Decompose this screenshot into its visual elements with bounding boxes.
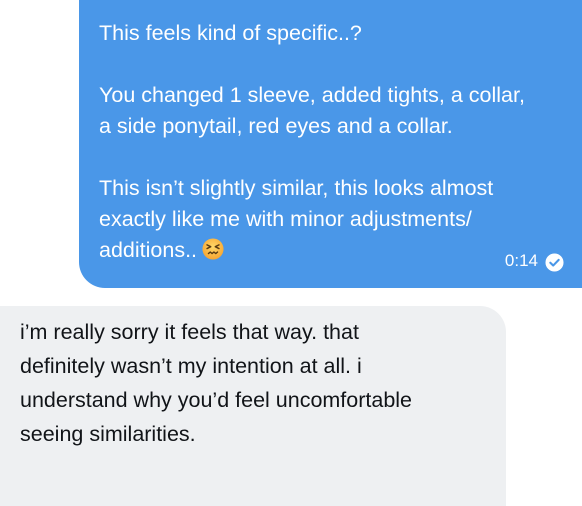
sent-message-bubble[interactable]: This feels kind of specific..? You chang… [79, 0, 582, 288]
message-line-last: additions.. [99, 235, 562, 266]
chat-thread: This feels kind of specific..? You chang… [0, 0, 582, 506]
message-line: You changed 1 sleeve, added tights, a co… [99, 83, 525, 107]
message-line: This isn’t slightly similar, this looks … [99, 176, 494, 200]
message-line: i’m really sorry it feels that way. that [20, 320, 359, 344]
message-line: exactly like me with minor adjustments/ [99, 207, 472, 231]
message-meta: 0:14 [505, 245, 564, 276]
received-message-bubble[interactable]: i’m really sorry it feels that way. that… [0, 306, 506, 506]
message-line: a side ponytail, red eyes and a collar. [99, 114, 453, 138]
message-line: understand why you’d feel uncomfortable [20, 388, 413, 412]
message-text: additions.. [99, 238, 198, 262]
message-line: seeing similarities. [20, 422, 196, 446]
message-time: 0:14 [504, 251, 538, 270]
confounded-face-icon [202, 238, 224, 260]
message-line: This feels kind of specific..? [99, 21, 362, 45]
check-circle-icon [545, 251, 564, 272]
message-line: definitely wasn’t my intention at all. i [20, 354, 362, 378]
